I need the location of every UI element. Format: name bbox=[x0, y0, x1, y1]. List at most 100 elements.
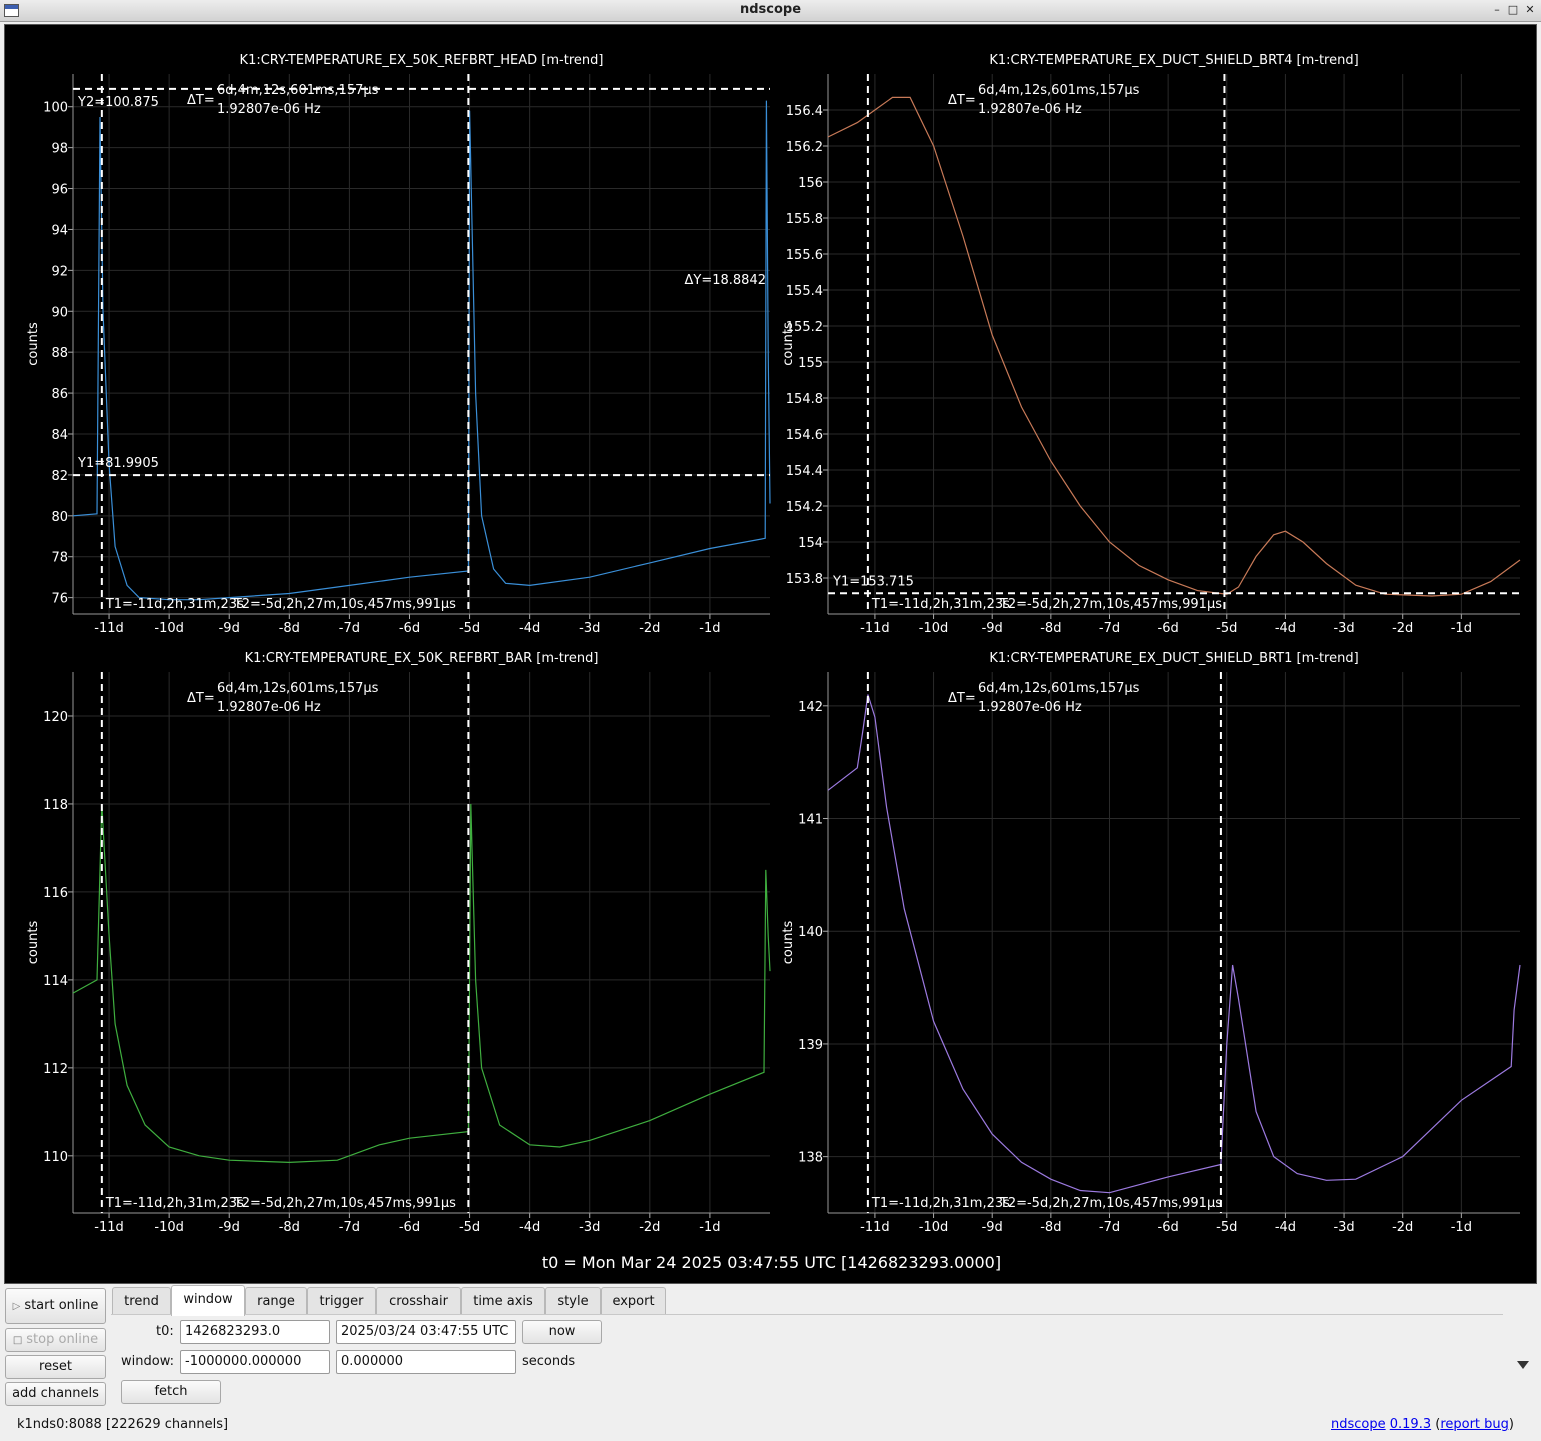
plot-panel-3[interactable]: K1:CRY-TEMPERATURE_EX_50K_REFBRT_BAR [m-… bbox=[26, 651, 771, 1235]
add-channels-button[interactable]: add channels bbox=[5, 1382, 106, 1406]
y-tick-label: 120 bbox=[43, 710, 68, 725]
x-tick-label: -8d bbox=[279, 1220, 300, 1235]
plot-area[interactable]: K1:CRY-TEMPERATURE_EX_50K_REFBRT_HEAD [m… bbox=[4, 24, 1537, 1284]
y-tick-label: 141 bbox=[798, 813, 823, 828]
t0-utc-input[interactable]: 2025/03/24 03:47:55 UTC bbox=[336, 1320, 516, 1344]
server-status: k1nds0:8088 [222629 channels] bbox=[17, 1417, 229, 1432]
reset-button[interactable]: reset bbox=[5, 1355, 106, 1379]
tab-time-axis[interactable]: time axis bbox=[461, 1287, 545, 1315]
close-icon[interactable]: ✕ bbox=[1522, 2, 1538, 18]
tab-window[interactable]: window bbox=[171, 1285, 245, 1316]
x-tick-label: -6d bbox=[1158, 621, 1179, 636]
y-tick-label: 112 bbox=[43, 1062, 68, 1077]
cursor-dt-frequency: 1.92807e-06 Hz bbox=[978, 700, 1082, 715]
x-tick-label: -5d bbox=[459, 1220, 480, 1235]
ndscope-link[interactable]: ndscope bbox=[1331, 1417, 1386, 1432]
x-tick-label: -5d bbox=[1216, 1220, 1237, 1235]
x-tick-label: -2d bbox=[1392, 1220, 1413, 1235]
close-paren: ) bbox=[1508, 1417, 1514, 1432]
y-tick-label: 154.6 bbox=[786, 428, 823, 443]
open-paren: ( bbox=[1431, 1417, 1441, 1432]
plot-title: K1:CRY-TEMPERATURE_EX_DUCT_SHIELD_BRT4 [… bbox=[989, 53, 1358, 68]
y-tick-label: 90 bbox=[51, 305, 68, 320]
cursor-t2-label: T2=-5d,2h,27m,10s,457ms,991µs bbox=[233, 597, 456, 612]
tab-style[interactable]: style bbox=[545, 1287, 601, 1315]
x-tick-label: -8d bbox=[279, 621, 300, 636]
stop-online-button[interactable]: □ stop online bbox=[5, 1328, 106, 1352]
x-tick-label: -7d bbox=[1099, 1220, 1120, 1235]
t0-gps-input[interactable]: 1426823293.0 bbox=[180, 1320, 330, 1344]
x-tick-label: -11d bbox=[860, 621, 890, 636]
x-tick-label: -6d bbox=[399, 621, 420, 636]
y-tick-label: 155.2 bbox=[786, 320, 823, 335]
x-tick-label: -9d bbox=[982, 1220, 1003, 1235]
fetch-button[interactable]: fetch bbox=[121, 1380, 221, 1404]
x-tick-label: -2d bbox=[639, 1220, 660, 1235]
x-tick-label: -2d bbox=[639, 621, 660, 636]
window-start-input[interactable]: -1000000.000000 bbox=[180, 1350, 330, 1374]
x-tick-label: -3d bbox=[1333, 1220, 1354, 1235]
cursor-dt-frequency: 1.92807e-06 Hz bbox=[217, 102, 321, 117]
cursor-t2-label: T2=-5d,2h,27m,10s,457ms,991µs bbox=[999, 1196, 1222, 1211]
y-axis-label: counts bbox=[781, 921, 796, 965]
x-tick-label: -7d bbox=[1099, 621, 1120, 636]
x-tick-label: -3d bbox=[579, 1220, 600, 1235]
tab-trigger[interactable]: trigger bbox=[307, 1287, 376, 1315]
x-tick-label: -11d bbox=[94, 1220, 124, 1235]
expand-arrow-icon[interactable] bbox=[1517, 1361, 1529, 1369]
cursor-dt-value: 6d,4m,12s,601ms,157µs bbox=[978, 681, 1140, 696]
x-tick-label: -8d bbox=[1040, 1220, 1061, 1235]
tab-range[interactable]: range bbox=[245, 1287, 307, 1315]
cursor-dt-value: 6d,4m,12s,601ms,157µs bbox=[217, 83, 379, 98]
y-tick-label: 88 bbox=[51, 346, 68, 361]
x-tick-label: -1d bbox=[1451, 1220, 1472, 1235]
start-online-label: start online bbox=[24, 1298, 99, 1313]
tab-export[interactable]: export bbox=[601, 1287, 666, 1315]
tab-divider bbox=[111, 1314, 1503, 1315]
y-tick-label: 155.8 bbox=[786, 212, 823, 227]
plot-title: K1:CRY-TEMPERATURE_EX_50K_REFBRT_HEAD [m… bbox=[240, 53, 604, 68]
play-icon: ▷ bbox=[12, 1301, 21, 1312]
x-tick-label: -1d bbox=[699, 1220, 720, 1235]
x-tick-label: -7d bbox=[339, 621, 360, 636]
window-title: ndscope bbox=[739, 2, 802, 17]
trace-line[interactable] bbox=[827, 96, 1521, 597]
y-tick-label: 155 bbox=[798, 356, 823, 371]
y-tick-label: 94 bbox=[51, 223, 68, 238]
plot-panel-4[interactable]: K1:CRY-TEMPERATURE_EX_DUCT_SHIELD_BRT1 [… bbox=[781, 651, 1521, 1235]
minimize-icon[interactable]: – bbox=[1489, 2, 1505, 18]
y-tick-label: 100 bbox=[43, 101, 68, 116]
x-tick-label: -11d bbox=[94, 621, 124, 636]
trace-line[interactable] bbox=[72, 100, 771, 601]
stop-icon: □ bbox=[12, 1335, 23, 1346]
cursor-dt-frequency: 1.92807e-06 Hz bbox=[978, 102, 1082, 117]
y-tick-label: 156.4 bbox=[786, 104, 823, 119]
cursor-t1-label: T1=-11d,2h,31m,23s bbox=[871, 597, 1010, 612]
tab-crosshair[interactable]: crosshair bbox=[376, 1287, 461, 1315]
cursor-y1-label: Y1=153.715 bbox=[832, 574, 914, 589]
plots-canvas[interactable]: K1:CRY-TEMPERATURE_EX_50K_REFBRT_HEAD [m… bbox=[5, 25, 1538, 1285]
control-panel: ▷ start online □ stop online reset add cha… bbox=[0, 1285, 1541, 1441]
x-tick-label: -8d bbox=[1040, 621, 1061, 636]
report-bug-link[interactable]: report bug bbox=[1440, 1417, 1509, 1432]
plot-panel-2[interactable]: K1:CRY-TEMPERATURE_EX_DUCT_SHIELD_BRT4 [… bbox=[781, 53, 1521, 636]
y-tick-label: 84 bbox=[51, 428, 68, 443]
trace-line[interactable] bbox=[827, 694, 1521, 1194]
stop-online-label: stop online bbox=[26, 1332, 99, 1347]
tab-trend[interactable]: trend bbox=[112, 1287, 171, 1315]
y-tick-label: 140 bbox=[798, 925, 823, 940]
now-button[interactable]: now bbox=[522, 1320, 602, 1344]
maximize-icon[interactable]: □ bbox=[1505, 2, 1521, 18]
cursor-dt-label: ΔT= bbox=[187, 93, 215, 108]
x-tick-label: -5d bbox=[459, 621, 480, 636]
plot-panel-1[interactable]: K1:CRY-TEMPERATURE_EX_50K_REFBRT_HEAD [m… bbox=[26, 53, 771, 636]
cursor-y1-label: Y1=81.9905 bbox=[77, 456, 159, 471]
start-online-button[interactable]: ▷ start online bbox=[5, 1288, 106, 1324]
x-tick-label: -4d bbox=[1275, 1220, 1296, 1235]
version-link[interactable]: 0.19.3 bbox=[1390, 1417, 1431, 1432]
y-tick-label: 82 bbox=[51, 469, 68, 484]
trace-line[interactable] bbox=[72, 803, 771, 1164]
cursor-t1-label: T1=-11d,2h,31m,23s bbox=[871, 1196, 1010, 1211]
window-end-input[interactable]: 0.000000 bbox=[336, 1350, 516, 1374]
y-axis-label: counts bbox=[26, 322, 41, 366]
